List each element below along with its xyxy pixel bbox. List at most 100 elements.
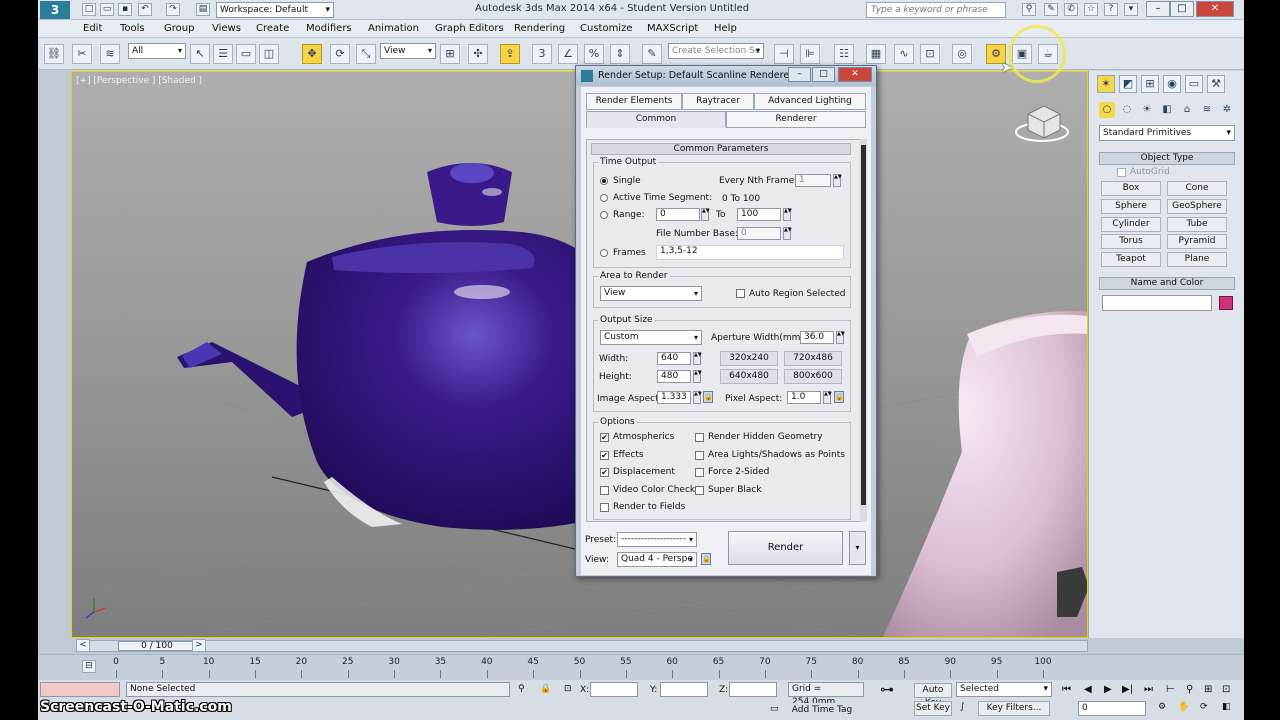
option-checkbox-right-3[interactable]: [695, 485, 704, 495]
range-to-spinner[interactable]: ▲▼: [783, 208, 792, 221]
geometry-icon[interactable]: ○: [1099, 102, 1115, 118]
key-filter-icon[interactable]: ∫: [960, 702, 965, 712]
image-aspect-field[interactable]: 1.333: [657, 391, 691, 404]
selection-lock-icon[interactable]: 🔒: [540, 684, 551, 694]
menu-animation[interactable]: Animation: [368, 23, 419, 34]
select-rotate-icon[interactable]: ⟳: [330, 44, 350, 64]
select-move-icon[interactable]: ✥: [302, 44, 322, 64]
output-size-dropdown[interactable]: Custom ▾: [600, 330, 702, 345]
dialog-title-bar[interactable]: Render Setup: Default Scanline Renderer …: [576, 66, 876, 86]
prev-key-icon[interactable]: ◀: [1084, 684, 1092, 695]
go-to-start-icon[interactable]: ⏮: [1062, 684, 1071, 695]
select-manipulate-icon[interactable]: ✣: [468, 44, 488, 64]
pivot-center-icon[interactable]: ⊞: [440, 44, 460, 64]
select-object-icon[interactable]: ↖: [190, 44, 210, 64]
create-tab-icon[interactable]: ✶: [1097, 75, 1115, 93]
aperture-spinner[interactable]: ▲▼: [836, 331, 845, 344]
preset-dropdown[interactable]: -------------------- ▾: [617, 532, 697, 547]
range-radio[interactable]: [600, 211, 608, 219]
track-view-icon[interactable]: ⊟: [82, 660, 96, 673]
name-color-rollout[interactable]: Name and Color: [1099, 277, 1235, 290]
option-checkbox-4[interactable]: [600, 503, 609, 512]
option-checkbox-right-0[interactable]: [695, 433, 704, 442]
graphite-ribbon-icon[interactable]: ▦: [866, 44, 886, 64]
width-spinner[interactable]: ▲▼: [693, 352, 702, 365]
menu-customize[interactable]: Customize: [580, 23, 633, 34]
menu-modifiers[interactable]: Modifiers: [306, 23, 352, 34]
tab-advanced-lighting[interactable]: Advanced Lighting: [754, 93, 866, 110]
helpers-icon[interactable]: ⌂: [1179, 102, 1195, 118]
y-coordinate-field[interactable]: [660, 682, 708, 697]
tab-renderer[interactable]: Renderer: [726, 111, 866, 128]
pixel-aspect-spinner[interactable]: ▲▼: [823, 391, 832, 404]
option-checkbox-3[interactable]: [600, 485, 609, 495]
percent-snap-icon[interactable]: %: [584, 44, 604, 64]
object-name-input[interactable]: [1102, 295, 1212, 311]
active-segment-radio[interactable]: [600, 194, 608, 202]
every-nth-spinner[interactable]: ▲▼: [833, 174, 842, 187]
time-config-icon[interactable]: ⚙: [1158, 702, 1166, 712]
lights-icon[interactable]: ☀: [1139, 102, 1155, 118]
time-slider-track[interactable]: 0 / 100: [76, 640, 1088, 652]
isolate-icon[interactable]: ⚲: [518, 684, 525, 694]
field-of-view-icon[interactable]: ◧: [1222, 702, 1231, 712]
hierarchy-tab-icon[interactable]: ⊞: [1141, 75, 1159, 93]
tube-button[interactable]: Tube: [1167, 217, 1227, 232]
key-mode-dropdown[interactable]: Selected ▾: [956, 682, 1052, 697]
view-dropdown[interactable]: Quad 4 - Perspe ▾: [617, 552, 697, 567]
time-slider-thumb[interactable]: 0 / 100: [118, 641, 196, 651]
option-checkbox-right-1[interactable]: [695, 450, 704, 460]
align-icon[interactable]: ⊫: [800, 44, 820, 64]
menu-group[interactable]: Group: [164, 23, 194, 34]
option-checkbox-0[interactable]: ✔: [600, 433, 609, 442]
key-icon[interactable]: ⊶: [880, 682, 894, 698]
file-number-base-field[interactable]: 0: [737, 227, 781, 240]
preset-800x600-button[interactable]: 800x600: [784, 369, 842, 384]
absolute-mode-icon[interactable]: ⊡: [564, 684, 572, 694]
link-icon[interactable]: ⛓: [44, 44, 64, 64]
single-radio[interactable]: [600, 177, 608, 185]
redo-icon[interactable]: ↷: [166, 3, 180, 16]
menu-tools[interactable]: Tools: [120, 23, 145, 34]
material-editor-icon[interactable]: ◎: [952, 44, 972, 64]
mirror-icon[interactable]: ⊣: [774, 44, 794, 64]
preset-320x240-button[interactable]: 320x240: [720, 351, 778, 366]
select-scale-icon[interactable]: ⤡: [356, 44, 376, 64]
prev-frame-icon[interactable]: <: [76, 639, 90, 652]
cone-button[interactable]: Cone: [1167, 181, 1227, 196]
communication-icon[interactable]: ✆: [1064, 3, 1078, 16]
height-field[interactable]: 480: [657, 370, 691, 383]
workspace-dropdown[interactable]: Workspace: Default ▾: [216, 2, 334, 18]
undo-icon[interactable]: ↶: [138, 3, 152, 16]
project-folder-icon[interactable]: ▤: [196, 3, 210, 16]
frames-field[interactable]: 1,3,5-12: [656, 245, 844, 260]
zoom-all-icon[interactable]: ⊞: [1204, 684, 1212, 695]
key-filters-button[interactable]: Key Filters...: [978, 701, 1050, 716]
next-frame-icon[interactable]: >: [192, 639, 206, 652]
range-from-field[interactable]: 0: [656, 208, 700, 221]
pink-teapot[interactable]: [882, 311, 1088, 638]
time-tag-icon[interactable]: ▭: [770, 704, 779, 714]
spinner-snap-icon[interactable]: ⇕: [610, 44, 630, 64]
minimize-button[interactable]: –: [1146, 1, 1170, 17]
angle-snap-icon[interactable]: ∠: [558, 44, 578, 64]
tab-common[interactable]: Common: [586, 111, 726, 128]
save-file-icon[interactable]: ▪: [118, 3, 132, 16]
help-icon[interactable]: ?: [1104, 3, 1118, 16]
plane-button[interactable]: Plane: [1167, 252, 1227, 267]
every-nth-field[interactable]: 1: [795, 174, 831, 187]
x-coordinate-field[interactable]: [590, 682, 638, 697]
menu-edit[interactable]: Edit: [83, 23, 102, 34]
maximize-viewport-icon[interactable]: ⊡: [1222, 684, 1230, 695]
rect-selection-icon[interactable]: ▭: [236, 44, 256, 64]
current-frame-field[interactable]: 0: [1078, 701, 1146, 716]
preset-720x486-button[interactable]: 720x486: [784, 351, 842, 366]
named-selection-set-dropdown[interactable]: Create Selection Se ▾: [668, 43, 764, 59]
pyramid-button[interactable]: Pyramid: [1167, 234, 1227, 249]
sphere-button[interactable]: Sphere: [1101, 199, 1161, 214]
autogrid-checkbox[interactable]: [1117, 168, 1126, 177]
key-mode-toggle-icon[interactable]: ⊢: [1166, 684, 1175, 695]
box-button[interactable]: Box: [1101, 181, 1161, 196]
menu-rendering[interactable]: Rendering: [514, 23, 565, 34]
aperture-field[interactable]: 36.0: [800, 331, 834, 344]
